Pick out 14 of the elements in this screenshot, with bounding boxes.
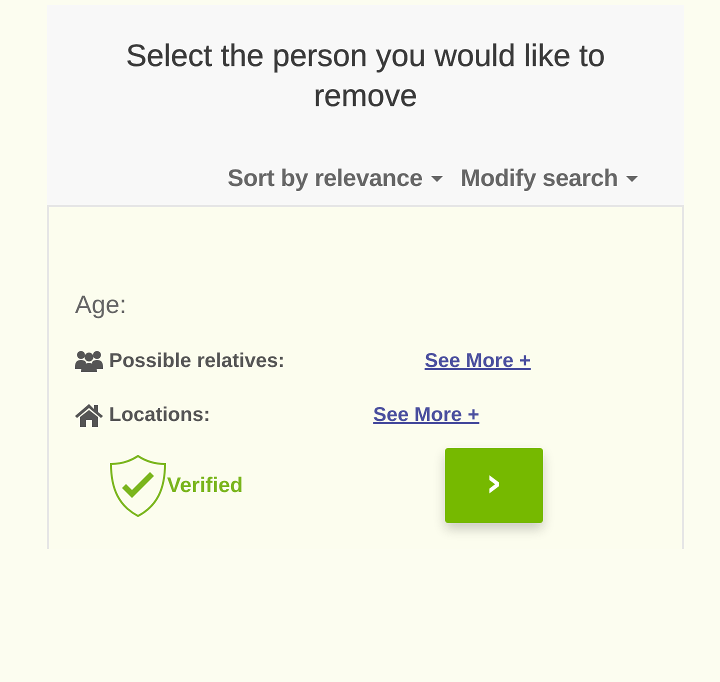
age-label: Age: (75, 291, 126, 320)
row-label: Locations: (109, 404, 210, 426)
page-title: Select the person you would like to remove (124, 37, 606, 115)
verified-label: Verified (167, 474, 243, 498)
see-more-link[interactable]: See More + (424, 350, 531, 372)
dropdown-button[interactable]: Sort by relevance (228, 165, 443, 193)
people-icon (75, 350, 103, 372)
see-more-link[interactable]: See More + (373, 404, 480, 426)
house-icon (75, 403, 103, 427)
row-label: Possible relatives: (109, 350, 285, 372)
caret-icon (430, 176, 443, 182)
caret-icon (626, 176, 638, 182)
dropdown-button[interactable]: Modify search (460, 165, 638, 193)
shield-check-icon (109, 454, 167, 516)
